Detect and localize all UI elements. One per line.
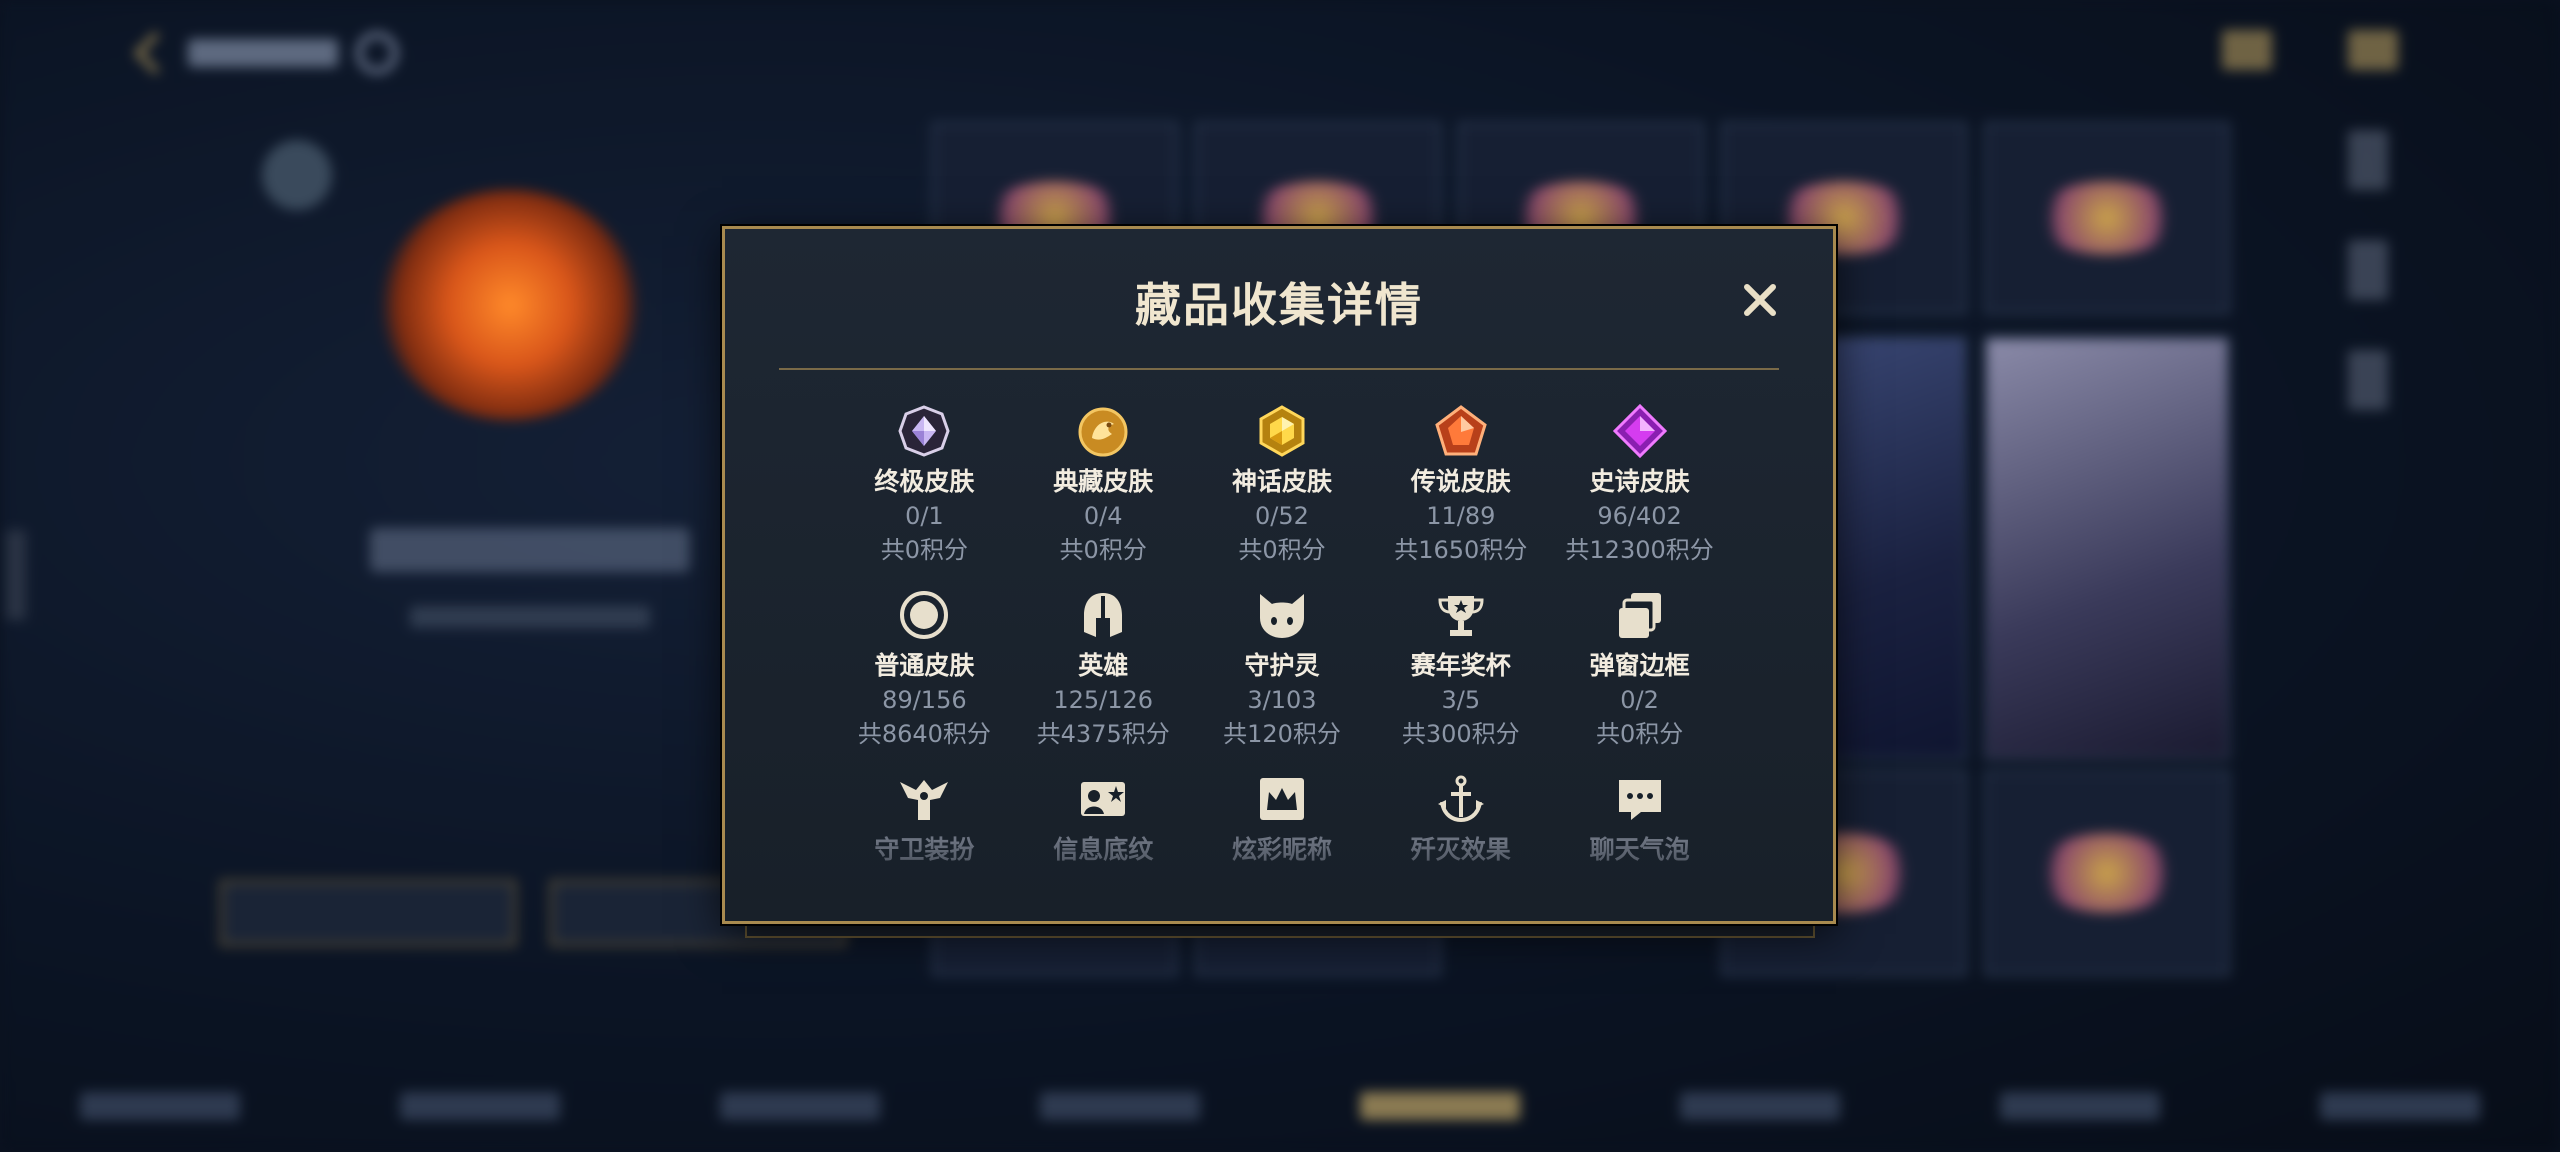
- bg-top-bar: [133, 28, 398, 78]
- bg-player-sub: [410, 606, 650, 628]
- bg-side-button: [2348, 350, 2388, 410]
- bg-page-title: [188, 39, 338, 67]
- trophy-icon: [1431, 585, 1491, 645]
- bg-card: [1984, 770, 2230, 976]
- collection-item-epic-skin[interactable]: 史诗皮肤 96/402 共12300积分: [1550, 401, 1729, 567]
- back-icon: [133, 31, 177, 75]
- bg-user-icon: [2348, 30, 2398, 70]
- gear-icon: [356, 32, 398, 74]
- collection-item-mythic-skin[interactable]: 神话皮肤 0/52 共0积分: [1193, 401, 1372, 567]
- bg-side-button: [2348, 130, 2388, 190]
- epic-skin-icon: [1610, 401, 1670, 461]
- close-icon: [1744, 284, 1776, 316]
- mythic-skin-icon: [1252, 401, 1312, 461]
- dialog-base-plate: [745, 924, 1815, 938]
- dialog-title: 藏品收集详情: [1135, 278, 1423, 332]
- collection-item-hero[interactable]: 英雄 125/126 共4375积分: [1014, 585, 1193, 751]
- bg-side-text: [6, 530, 26, 620]
- close-button[interactable]: [1735, 275, 1785, 325]
- colorful-nickname-icon: [1252, 769, 1312, 829]
- guard-outfit-icon: [894, 769, 954, 829]
- collection-row-3: 守卫装扮 信息底纹 炫彩昵称 歼灭效果 聊天气泡: [835, 769, 1729, 867]
- collection-item-ultimate-skin[interactable]: 终极皮肤 0/1 共0积分: [835, 401, 1014, 567]
- bg-player-name: [370, 528, 690, 572]
- collection-row-2: 普通皮肤 89/156 共8640积分 英雄 125/126 共4375积分 守…: [835, 585, 1729, 751]
- collection-details-dialog: 藏品收集详情 终极皮肤 0/1 共0积分 典藏皮肤 0/4 共0积分 神话皮肤 …: [722, 226, 1836, 924]
- ultimate-skin-icon: [894, 401, 954, 461]
- collection-item-legend-skin[interactable]: 传说皮肤 11/89 共1650积分: [1371, 401, 1550, 567]
- collection-item-kill-effect[interactable]: 歼灭效果: [1371, 769, 1550, 867]
- collection-item-guardian-spirit[interactable]: 守护灵 3/103 共120积分: [1193, 585, 1372, 751]
- chat-bubble-icon: [1610, 769, 1670, 829]
- bg-card: [1984, 122, 2230, 314]
- legend-skin-icon: [1431, 401, 1491, 461]
- bg-card: [1984, 336, 2230, 760]
- kill-effect-icon: [1431, 769, 1491, 829]
- bg-side-button: [2348, 240, 2388, 300]
- title-divider: [779, 368, 1779, 370]
- collection-item-chat-bubble[interactable]: 聊天气泡: [1550, 769, 1729, 867]
- bg-mail-icon: [2222, 30, 2272, 70]
- guardian-spirit-icon: [1252, 585, 1312, 645]
- bg-emblem: [380, 190, 640, 420]
- collection-item-season-trophy[interactable]: 赛年奖杯 3/5 共300积分: [1371, 585, 1550, 751]
- bg-avatar: [262, 140, 332, 210]
- collection-item-info-card[interactable]: 信息底纹: [1014, 769, 1193, 867]
- collection-item-collection-skin[interactable]: 典藏皮肤 0/4 共0积分: [1014, 401, 1193, 567]
- collection-item-normal-skin[interactable]: 普通皮肤 89/156 共8640积分: [835, 585, 1014, 751]
- info-card-icon: [1073, 769, 1133, 829]
- collection-skin-icon: [1073, 401, 1133, 461]
- normal-skin-icon: [894, 585, 954, 645]
- hero-helmet-icon: [1073, 585, 1133, 645]
- bg-bottom-nav: [0, 1060, 2560, 1152]
- collection-item-popup-frame[interactable]: 弹窗边框 0/2 共0积分: [1550, 585, 1729, 751]
- popup-frame-icon: [1610, 585, 1670, 645]
- collection-item-guard-outfit[interactable]: 守卫装扮: [835, 769, 1014, 867]
- collection-row-1: 终极皮肤 0/1 共0积分 典藏皮肤 0/4 共0积分 神话皮肤 0/52 共0…: [835, 401, 1729, 567]
- collection-item-colorful-nickname[interactable]: 炫彩昵称: [1193, 769, 1372, 867]
- bg-button-1: [220, 880, 516, 946]
